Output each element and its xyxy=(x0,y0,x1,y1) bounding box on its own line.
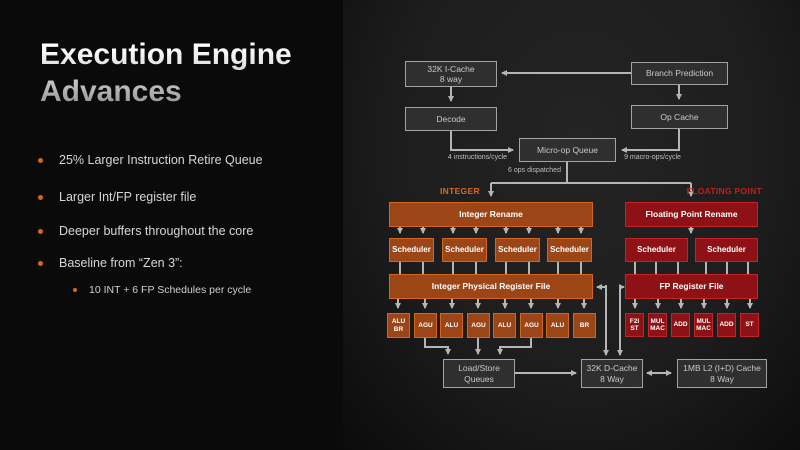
int-scheduler-label: Scheduler xyxy=(445,245,484,255)
unit-label: ST xyxy=(745,321,753,328)
add-unit: ADD xyxy=(717,313,736,337)
agu-unit: AGU xyxy=(520,313,543,338)
ops-dispatched-label: 6 ops dispatched xyxy=(497,167,572,174)
decode-label: Decode xyxy=(436,114,465,124)
bullet-text: Larger Int/FP register file xyxy=(59,190,196,204)
decode-box: Decode xyxy=(405,107,497,131)
int-scheduler-label: Scheduler xyxy=(392,245,431,255)
instructions-per-cycle-label: 4 instructions/cycle xyxy=(440,154,515,161)
bullet-text: Deeper buffers throughout the core xyxy=(59,224,253,238)
fp-register-file-box: FP Register File xyxy=(625,274,758,299)
fp-scheduler-label: Scheduler xyxy=(637,245,676,255)
integer-register-file-box: Integer Physical Register File xyxy=(389,274,593,299)
sub-bullet-text: 10 INT + 6 FP Schedules per cycle xyxy=(89,284,251,296)
load-store-label-line1: Load/Store xyxy=(458,363,500,373)
integer-rename-box: Integer Rename xyxy=(389,202,593,227)
int-scheduler-box: Scheduler xyxy=(442,238,487,262)
sub-bullet-item: 10 INT + 6 FP Schedules per cycle xyxy=(73,284,251,296)
alu-unit: ALU xyxy=(440,313,463,338)
alu-unit: ALU xyxy=(493,313,516,338)
fp-scheduler-box: Scheduler xyxy=(695,238,758,262)
l2-cache-label-line2: 8 Way xyxy=(710,374,734,384)
branch-prediction-label: Branch Prediction xyxy=(646,68,713,78)
bullet-item: Larger Int/FP register file xyxy=(38,190,196,204)
icache-label-line1: 32K I-Cache xyxy=(427,64,474,74)
agu-unit: AGU xyxy=(414,313,437,338)
bullet-dot xyxy=(38,158,43,163)
unit-label: ADD xyxy=(673,321,687,328)
mul-mac-unit: MUL MAC xyxy=(694,313,713,337)
integer-section-label: INTEGER xyxy=(440,186,480,196)
bullet-item: 25% Larger Instruction Retire Queue xyxy=(38,153,263,167)
op-cache-label: Op Cache xyxy=(660,112,698,122)
unit-label: AGU xyxy=(524,322,538,329)
bullet-item: Deeper buffers throughout the core xyxy=(38,224,253,238)
br-unit: BR xyxy=(573,313,596,338)
integer-register-file-label: Integer Physical Register File xyxy=(432,281,551,291)
alu-unit: ALU xyxy=(546,313,569,338)
int-scheduler-box: Scheduler xyxy=(389,238,434,262)
unit-label: F2I xyxy=(630,318,639,325)
int-scheduler-box: Scheduler xyxy=(547,238,592,262)
unit-label: ALU xyxy=(392,318,405,325)
st-unit: ST xyxy=(740,313,759,337)
unit-label: BR xyxy=(580,322,589,329)
int-scheduler-label: Scheduler xyxy=(498,245,537,255)
unit-label: MUL xyxy=(696,318,710,325)
dcache-label-line2: 8 Way xyxy=(600,374,624,384)
int-scheduler-box: Scheduler xyxy=(495,238,540,262)
agu-unit: AGU xyxy=(467,313,490,338)
unit-label: MAC xyxy=(696,325,711,332)
int-scheduler-label: Scheduler xyxy=(550,245,589,255)
add-unit: ADD xyxy=(671,313,690,337)
op-cache-box: Op Cache xyxy=(631,105,728,129)
macro-ops-per-cycle-label: 9 macro-ops/cycle xyxy=(615,154,690,161)
slide-title: Execution Engine Advances xyxy=(40,36,340,110)
fp-rename-label: Floating Point Rename xyxy=(645,209,737,219)
fp-rename-box: Floating Point Rename xyxy=(625,202,758,227)
unit-label: AGU xyxy=(471,322,485,329)
fp-register-file-label: FP Register File xyxy=(659,281,723,291)
unit-label: ALU xyxy=(498,322,511,329)
bullet-dot xyxy=(38,229,43,234)
l2-cache-box: 1MB L2 (I+D) Cache 8 Way xyxy=(677,359,767,388)
floating-point-section-label: FLOATING POINT xyxy=(678,186,762,196)
mul-mac-unit: MUL MAC xyxy=(648,313,667,337)
icache-label-line2: 8 way xyxy=(440,74,462,84)
micro-op-queue-box: Micro-op Queue xyxy=(519,138,616,162)
load-store-queues-box: Load/Store Queues xyxy=(443,359,515,388)
l2-cache-label-line1: 1MB L2 (I+D) Cache xyxy=(683,363,761,373)
unit-label: ALU xyxy=(551,322,564,329)
bullet-text: Baseline from “Zen 3”: xyxy=(59,256,183,270)
integer-rename-label: Integer Rename xyxy=(459,209,523,219)
unit-label: ALU xyxy=(445,322,458,329)
alu-br-unit: ALU BR xyxy=(387,313,410,338)
bullet-dot xyxy=(38,195,43,200)
slide: Execution Engine Advances 25% Larger Ins… xyxy=(0,0,800,450)
bullet-dot xyxy=(38,261,43,266)
bullet-item: Baseline from “Zen 3”: xyxy=(38,256,183,270)
unit-label: MUL xyxy=(650,318,664,325)
slide-title-line1: Execution Engine xyxy=(40,36,340,73)
unit-label: ADD xyxy=(719,321,733,328)
branch-prediction-box: Branch Prediction xyxy=(631,62,728,85)
dcache-label-line1: 32K D-Cache xyxy=(586,363,637,373)
load-store-label-line2: Queues xyxy=(464,374,494,384)
unit-label: ST xyxy=(630,325,638,332)
unit-label: AGU xyxy=(418,322,432,329)
bullet-dot xyxy=(73,288,77,292)
fp-scheduler-label: Scheduler xyxy=(707,245,746,255)
unit-label: BR xyxy=(394,326,403,333)
f2i-st-unit: F2I ST xyxy=(625,313,644,337)
fp-scheduler-box: Scheduler xyxy=(625,238,688,262)
micro-op-queue-label: Micro-op Queue xyxy=(537,145,598,155)
bullet-text: 25% Larger Instruction Retire Queue xyxy=(59,153,263,167)
unit-label: MAC xyxy=(650,325,665,332)
dcache-box: 32K D-Cache 8 Way xyxy=(581,359,643,388)
slide-title-line2: Advances xyxy=(40,73,340,110)
icache-box: 32K I-Cache 8 way xyxy=(405,61,497,87)
